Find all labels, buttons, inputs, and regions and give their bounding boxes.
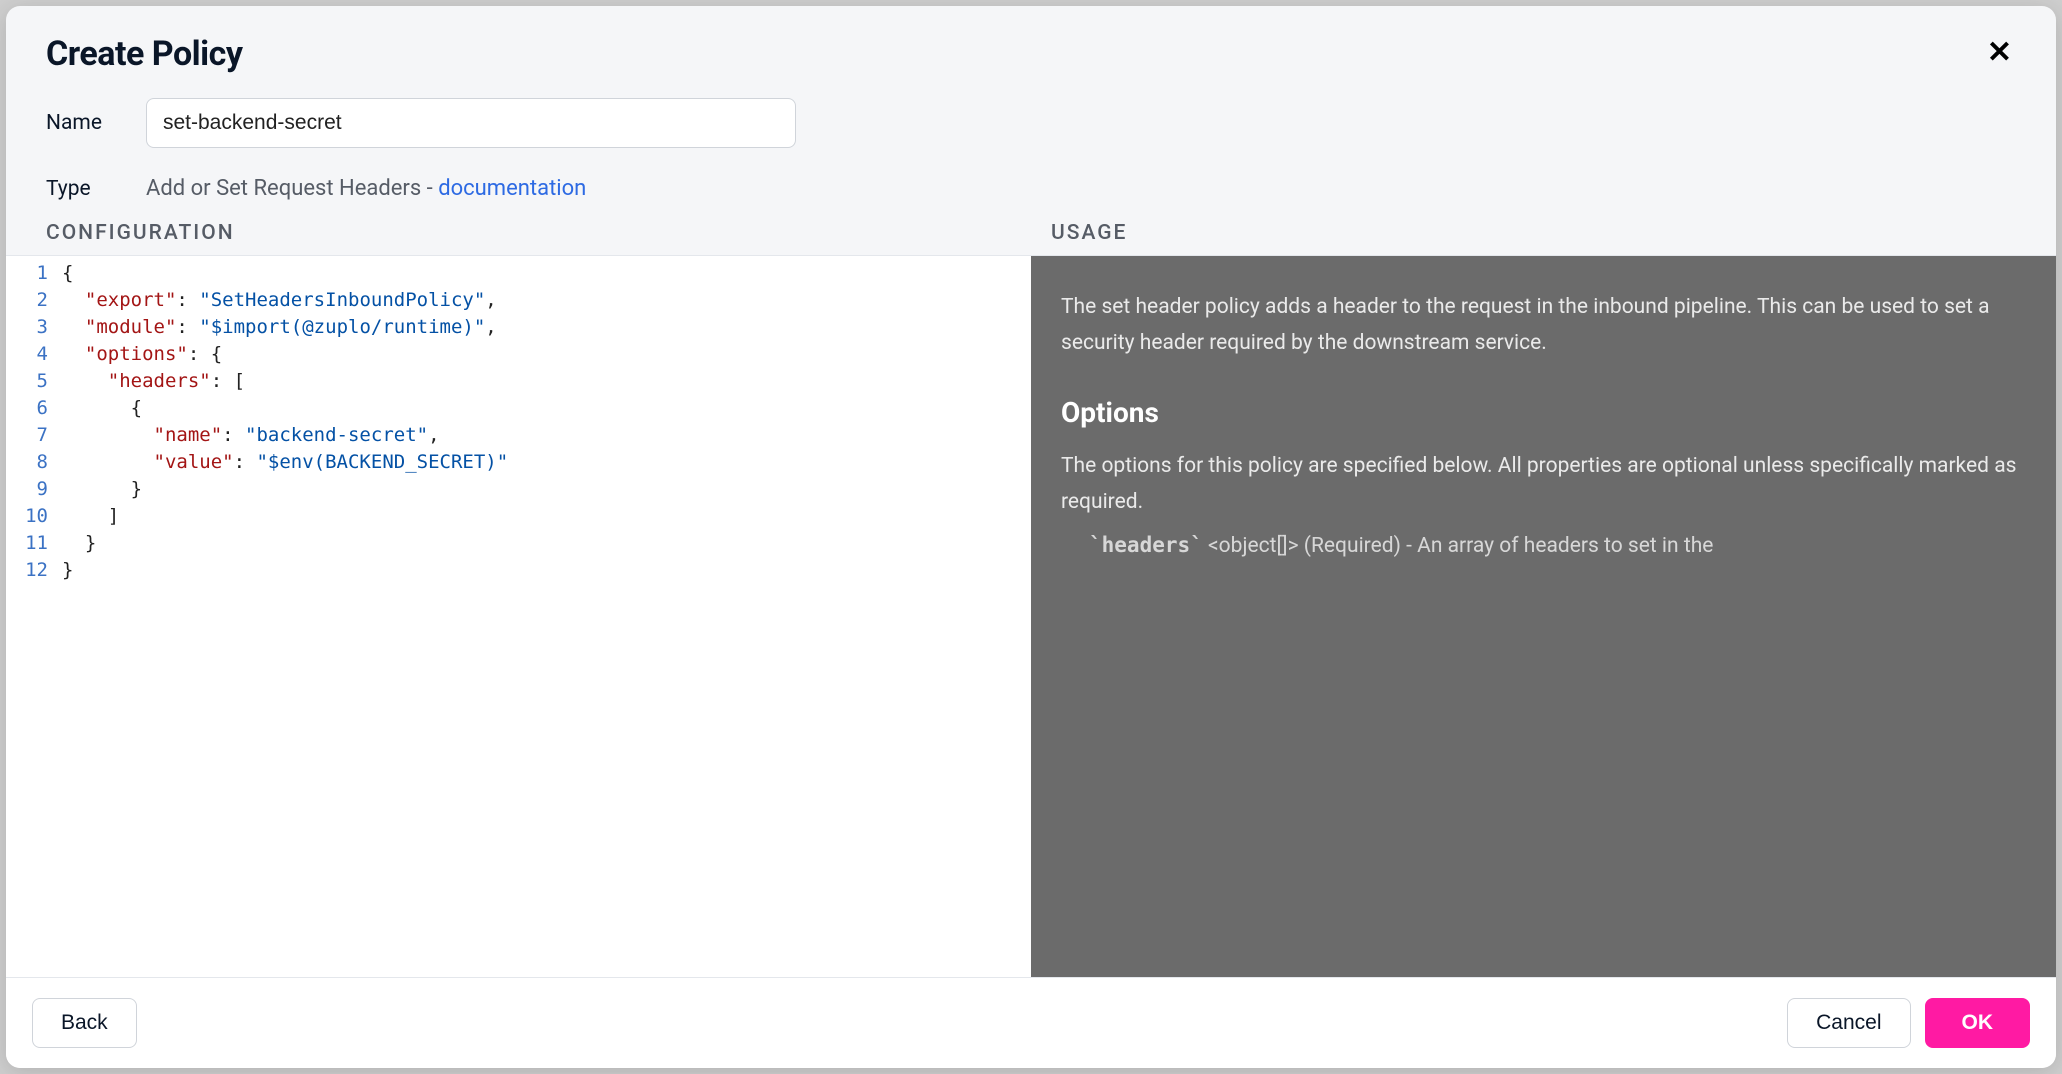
usage-intro: The set header policy adds a header to t… <box>1061 290 2026 361</box>
line-number: 2 <box>6 287 48 314</box>
headers-option-item: `headers` <object[]> (Required) - An arr… <box>1061 528 2026 565</box>
configuration-label: CONFIGURATION <box>46 221 1031 245</box>
ok-button[interactable]: OK <box>1925 998 2031 1048</box>
type-value: Add or Set Request Headers - documentati… <box>146 176 586 201</box>
line-number: 6 <box>6 395 48 422</box>
line-number: 10 <box>6 503 48 530</box>
name-label: Name <box>46 111 146 135</box>
modal-title: Create Policy <box>46 34 242 74</box>
headers-rest: <object[]> (Required) - An array of head… <box>1203 534 1714 558</box>
name-input[interactable] <box>146 98 796 148</box>
modal-footer: Back Cancel OK <box>6 977 2056 1068</box>
line-number: 11 <box>6 530 48 557</box>
type-row: Type Add or Set Request Headers - docume… <box>46 176 2016 201</box>
usage-label: USAGE <box>1031 221 2016 245</box>
section-labels: CONFIGURATION USAGE <box>6 221 2056 255</box>
close-button[interactable]: ✕ <box>1983 34 2016 72</box>
line-gutter: 1 2 3 4 5 6 7 8 9 10 11 12 <box>6 260 62 977</box>
content-split: 1 2 3 4 5 6 7 8 9 10 11 12 { "export": "… <box>6 255 2056 977</box>
type-label: Type <box>46 177 146 201</box>
line-number: 12 <box>6 557 48 584</box>
line-number: 1 <box>6 260 48 287</box>
close-icon: ✕ <box>1987 36 2012 69</box>
create-policy-modal: Create Policy ✕ Name Type Add or Set Req… <box>6 6 2056 1068</box>
name-row: Name <box>46 98 2016 148</box>
line-number: 7 <box>6 422 48 449</box>
line-number: 9 <box>6 476 48 503</box>
options-heading: Options <box>1061 389 2026 437</box>
back-button[interactable]: Back <box>32 998 137 1048</box>
type-text: Add or Set Request Headers - <box>146 176 438 201</box>
configuration-editor[interactable]: 1 2 3 4 5 6 7 8 9 10 11 12 { "export": "… <box>6 256 1031 977</box>
headers-code: `headers` <box>1089 533 1203 557</box>
documentation-link[interactable]: documentation <box>438 176 586 201</box>
line-number: 3 <box>6 314 48 341</box>
modal-header: Create Policy ✕ <box>6 6 2056 74</box>
footer-button-group: Cancel OK <box>1787 998 2030 1048</box>
line-number: 5 <box>6 368 48 395</box>
options-intro: The options for this policy are specifie… <box>1061 449 2026 520</box>
line-number: 8 <box>6 449 48 476</box>
cancel-button[interactable]: Cancel <box>1787 998 1910 1048</box>
code-content[interactable]: { "export": "SetHeadersInboundPolicy", "… <box>62 260 1031 977</box>
line-number: 4 <box>6 341 48 368</box>
usage-pane: The set header policy adds a header to t… <box>1031 256 2056 977</box>
form-section: Name Type Add or Set Request Headers - d… <box>6 74 2056 221</box>
